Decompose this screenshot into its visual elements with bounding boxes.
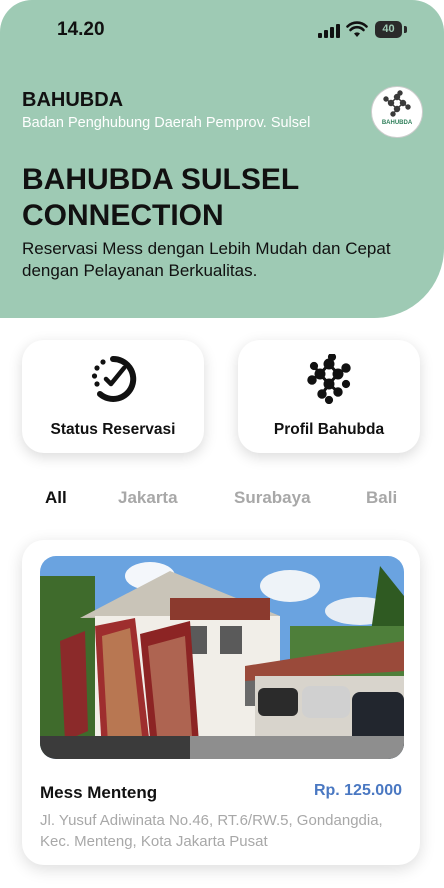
filter-tab-jakarta[interactable]: Jakarta (118, 488, 178, 508)
signal-icon (318, 24, 340, 38)
clock-check-icon (91, 355, 137, 402)
org-name: BAHUBDA (22, 89, 124, 111)
mess-photo (40, 556, 404, 759)
profil-bahubda-label: Profil Bahubda (273, 421, 385, 438)
filter-tab-bali[interactable]: Bali (366, 488, 397, 508)
status-reservasi-label: Status Reservasi (50, 421, 176, 438)
page-tagline: Reservasi Mess dengan Lebih Mudah dan Ce… (22, 239, 391, 280)
logo-text: BAHUBDA (381, 120, 413, 126)
logo-mark-icon (383, 90, 411, 117)
mess-card[interactable]: Mess Menteng Rp. 125.000 Jl. Yusuf Adiwi… (22, 540, 420, 865)
battery-icon: 40 (375, 21, 407, 38)
status-reservasi-button[interactable]: Status Reservasi (22, 340, 204, 453)
bahubda-logo[interactable]: BAHUBDA (371, 86, 423, 138)
status-time: 14.20 (57, 19, 105, 40)
page-title: BAHUBDA SULSEL CONNECTION (22, 163, 299, 232)
wifi-icon (346, 21, 368, 37)
filter-tab-all[interactable]: All (45, 488, 67, 508)
status-bar: 14.20 40 (0, 0, 444, 60)
mess-name: Mess Menteng (40, 783, 158, 802)
profil-bahubda-button[interactable]: Profil Bahubda (238, 340, 420, 453)
battery-level: 40 (382, 23, 395, 35)
filter-tab-surabaya[interactable]: Surabaya (234, 488, 311, 508)
mess-address: Jl. Yusuf Adiwinata No.46, RT.6/RW.5, Go… (40, 812, 383, 850)
org-subtitle: Badan Penghubung Daerah Pemprov. Sulsel (22, 115, 311, 131)
network-icon (307, 354, 351, 404)
mess-price: Rp. 125.000 (313, 782, 402, 799)
